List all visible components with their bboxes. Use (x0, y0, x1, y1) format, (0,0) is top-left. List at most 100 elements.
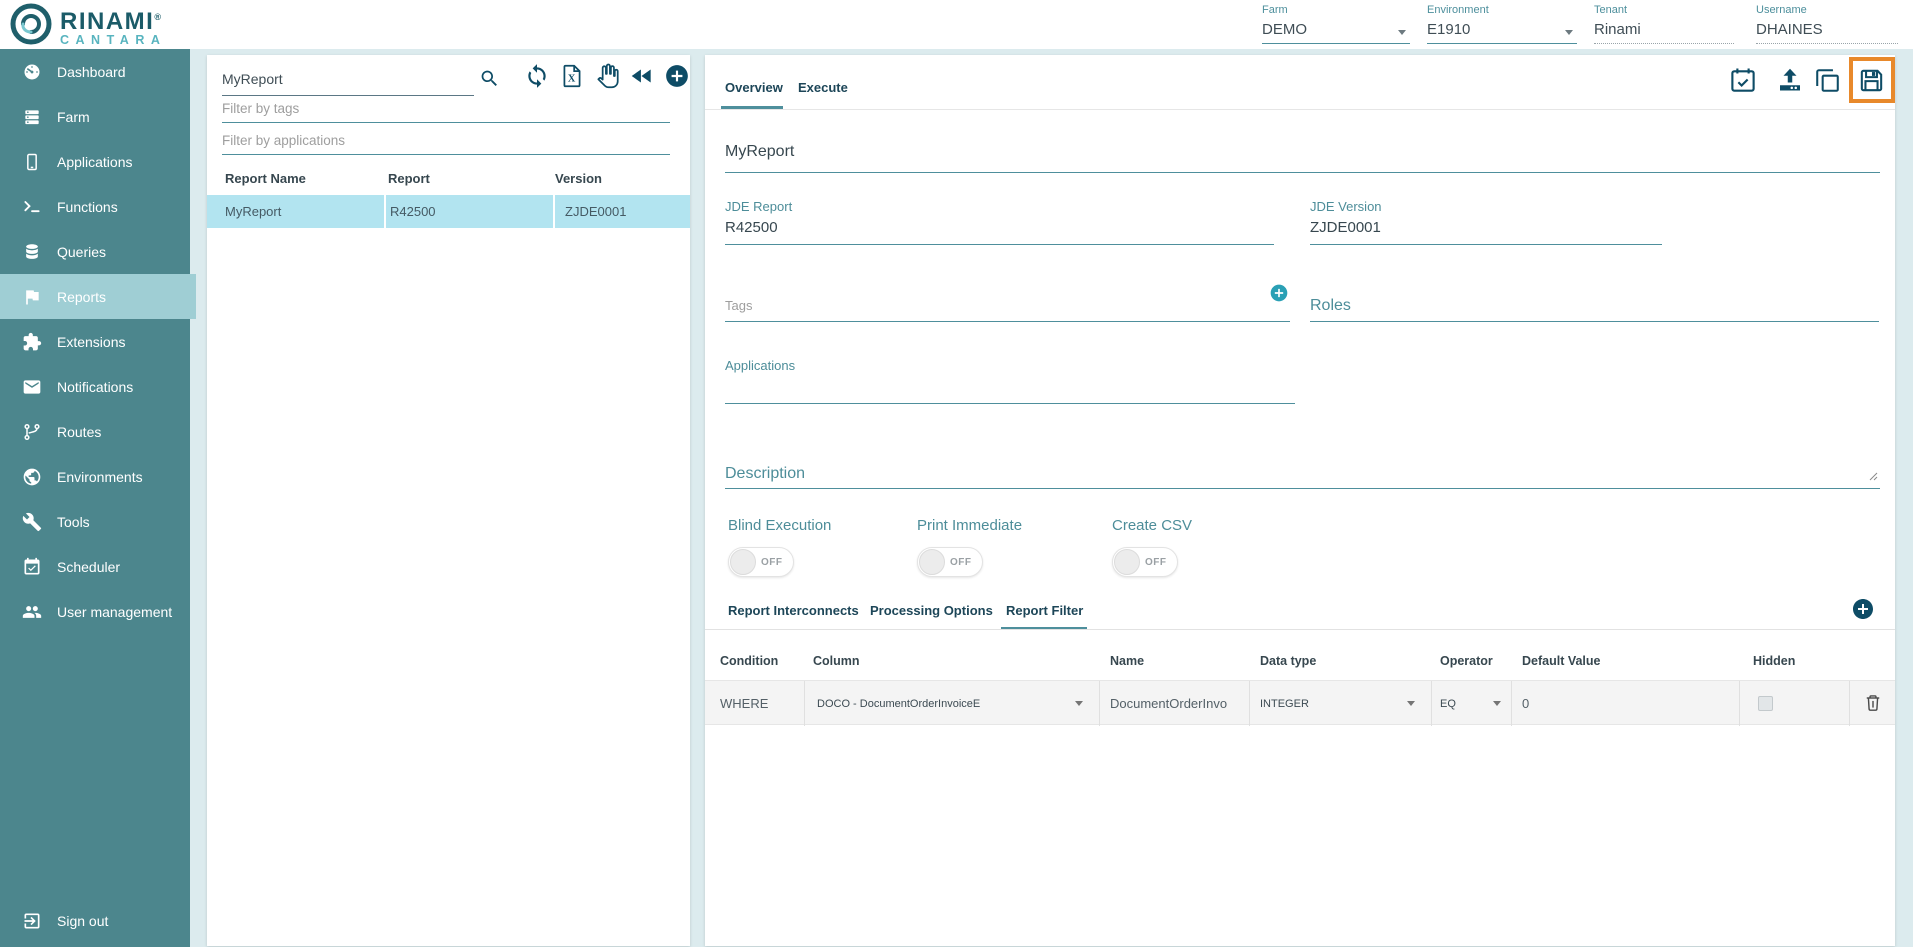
subtab-divider (705, 629, 1895, 630)
sidebar-item-extensions[interactable]: Extensions (0, 319, 190, 364)
chevron-down-icon (1398, 30, 1406, 35)
create-csv-toggle[interactable]: OFF (1112, 547, 1178, 577)
rewind-button[interactable] (629, 63, 655, 89)
jde-report-field[interactable]: JDE Report R42500 (725, 199, 1274, 245)
data-type-select[interactable]: INTEGER (1250, 681, 1432, 726)
column-header-operator: Operator (1432, 654, 1512, 668)
sidebar-item-notifications[interactable]: Notifications (0, 364, 190, 409)
upload-button[interactable] (1775, 65, 1805, 98)
filter-applications-input[interactable] (222, 131, 670, 155)
column-header-default-value: Default Value (1512, 654, 1740, 668)
sidebar-item-scheduler[interactable]: Scheduler (0, 544, 190, 589)
jde-version-field[interactable]: JDE Version ZJDE0001 (1310, 199, 1662, 245)
applications-field[interactable]: Applications (725, 358, 1295, 404)
save-icon (1857, 83, 1886, 98)
sidebar-item-queries[interactable]: Queries (0, 229, 190, 274)
sidebar-item-sign-out[interactable]: Sign out (0, 898, 190, 943)
sidebar-item-user-management[interactable]: User management (0, 589, 190, 634)
report-list-header: Report Name Report Version (207, 171, 690, 197)
tags-field[interactable]: Tags (725, 298, 1290, 322)
refresh-button[interactable] (524, 63, 550, 89)
scheduler-icon (22, 557, 42, 577)
roles-field[interactable]: Roles (1310, 295, 1879, 322)
toggle-knob (1114, 549, 1140, 575)
sidebar-item-label: Reports (57, 289, 106, 305)
tab-divider (705, 109, 1895, 110)
farm-select[interactable]: Farm DEMO (1262, 4, 1410, 44)
hidden-checkbox[interactable] (1758, 696, 1773, 711)
sidebar-item-dashboard[interactable]: Dashboard (0, 49, 190, 94)
chevron-down-icon (1565, 30, 1573, 35)
resize-handle-icon[interactable] (1869, 468, 1878, 486)
hand-select-button[interactable] (594, 63, 620, 89)
sign-out-label: Sign out (57, 913, 108, 929)
print-immediate-label: Print Immediate (917, 517, 1022, 534)
report-name-field[interactable]: MyReport (725, 143, 1880, 173)
jde-report-label: JDE Report (725, 199, 1274, 214)
add-icon (664, 77, 690, 92)
column-header-column: Column (805, 654, 1100, 668)
copy-button[interactable] (1813, 66, 1842, 98)
report-list-row-selected[interactable]: MyReport R42500 ZJDE0001 (207, 195, 690, 228)
environment-value: E1910 (1427, 21, 1577, 38)
farm-value: DEMO (1262, 21, 1410, 38)
brand-subname: CANTARA (60, 33, 166, 47)
subtab-report-filter[interactable]: Report Filter (1006, 603, 1083, 618)
delete-row-button[interactable] (1862, 693, 1884, 715)
sidebar-item-farm[interactable]: Farm (0, 94, 190, 139)
print-immediate-toggle[interactable]: OFF (917, 547, 983, 577)
subtab-report-interconnects[interactable]: Report Interconnects (728, 603, 859, 618)
username-value: DHAINES (1756, 21, 1898, 38)
add-report-button[interactable] (664, 63, 690, 89)
column-header-condition: Condition (705, 654, 805, 668)
copy-icon (1813, 83, 1842, 98)
export-excel-button[interactable]: X (559, 63, 585, 89)
brand-logo-icon (10, 3, 52, 50)
sidebar-item-reports[interactable]: Reports (0, 274, 196, 319)
name-input[interactable]: DocumentOrderInvo (1100, 681, 1250, 726)
username-label: Username (1756, 4, 1898, 16)
search-input[interactable] (222, 67, 474, 96)
tenant-field: Tenant Rinami (1594, 4, 1734, 44)
applications-icon (22, 152, 42, 172)
save-button[interactable] (1857, 66, 1886, 98)
column-select[interactable]: DOCO - DocumentOrderInvoiceE (805, 681, 1100, 726)
sidebar-item-tools[interactable]: Tools (0, 499, 190, 544)
schedule-button[interactable] (1728, 65, 1758, 98)
report-name-cell: MyReport (207, 195, 386, 228)
add-tag-button[interactable] (1269, 283, 1289, 308)
toggle-knob (730, 549, 756, 575)
sidebar-item-applications[interactable]: Applications (0, 139, 190, 184)
username-field: Username DHAINES (1756, 4, 1898, 44)
trash-icon (1863, 701, 1883, 716)
add-filter-button[interactable] (1851, 597, 1875, 624)
toggle-state: OFF (950, 557, 972, 568)
subtab-processing-options[interactable]: Processing Options (870, 603, 993, 618)
registered-mark: ® (154, 12, 162, 22)
tenant-value: Rinami (1594, 21, 1734, 38)
search-icon (479, 68, 500, 94)
tab-execute[interactable]: Execute (798, 80, 848, 95)
create-csv-label: Create CSV (1112, 517, 1192, 534)
sidebar-item-environments[interactable]: Environments (0, 454, 190, 499)
operator-select[interactable]: EQ (1432, 681, 1512, 726)
report-name-value: MyReport (725, 143, 794, 160)
environment-select[interactable]: Environment E1910 (1427, 4, 1577, 44)
description-label: Description (725, 463, 1880, 483)
description-field[interactable]: Description (725, 463, 1880, 489)
sidebar-item-functions[interactable]: Functions (0, 184, 190, 229)
top-header: RINAMI® CANTARA Farm DEMO Environment E1… (0, 0, 1913, 49)
filter-tags-input[interactable] (222, 99, 670, 123)
blind-execution-toggle[interactable]: OFF (728, 547, 794, 577)
applications-label: Applications (725, 358, 1295, 373)
user-management-icon (22, 602, 42, 622)
sidebar-item-routes[interactable]: Routes (0, 409, 190, 454)
environment-label: Environment (1427, 4, 1577, 16)
notifications-icon (22, 377, 42, 397)
tab-overview[interactable]: Overview (725, 80, 783, 95)
default-value-input[interactable]: 0 (1512, 681, 1740, 726)
export-excel-icon: X (559, 77, 585, 92)
tools-icon (22, 512, 42, 532)
filter-table-row: WHERE DOCO - DocumentOrderInvoiceE Docum… (705, 680, 1895, 725)
chevron-down-icon (1407, 701, 1415, 706)
